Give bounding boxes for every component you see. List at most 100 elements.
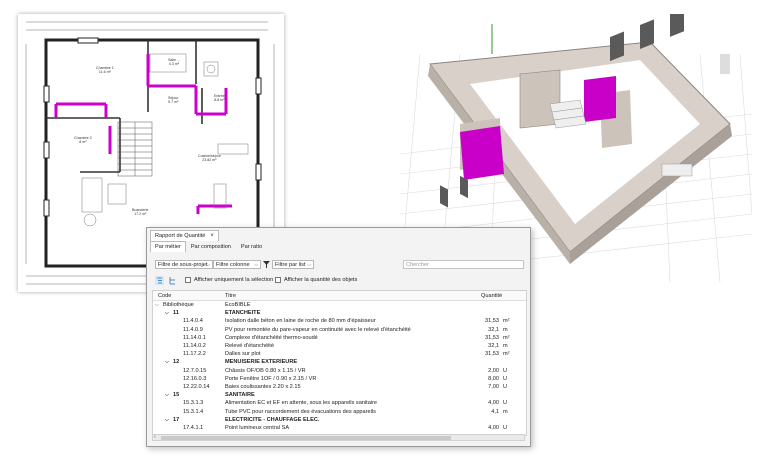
row-code: Bibliothèque: [163, 302, 194, 308]
row-title: EcoBIBLE: [225, 302, 251, 308]
subproject-filter-label: Filtre de sous-projet: [158, 261, 208, 268]
row-code: 11.4.0.9: [183, 326, 203, 333]
tab-par-metier[interactable]: Par métier: [150, 241, 186, 252]
quantity-table: Code Titre Quantité ⌵ Bibliothèque EcoBIBL…: [152, 290, 527, 436]
expand-chevron-icon[interactable]: ⌵: [165, 309, 169, 317]
row-title: SANITAIRE: [225, 392, 255, 399]
column-header-title[interactable]: Titre: [225, 293, 236, 299]
row-title: Baies coulissantes 2.20 x 2.15: [225, 384, 301, 390]
row-code: 12.22.0.14: [183, 384, 210, 390]
expand-chevron-icon[interactable]: ⌵: [165, 358, 169, 366]
window-tab[interactable]: Rapport de Quantité ×: [150, 230, 219, 241]
row-quantity: 31,53: [485, 318, 499, 325]
table-row[interactable]: 15.3.1.4 Tube PVC pour raccordement des é…: [153, 408, 526, 416]
row-unit: m²: [503, 334, 510, 341]
row-code: 11: [173, 310, 179, 317]
report-tabs: Par métier Par composition Par ratio: [150, 241, 267, 252]
chevron-down-icon: ⌵: [307, 262, 311, 268]
room-label: Cuisine/séjour 23.82 m²: [198, 154, 221, 162]
row-title: Tube PVC pour raccordement des évacuatio…: [225, 408, 376, 415]
table-row[interactable]: ⌵ 15 SANITAIRE: [153, 391, 526, 399]
show-quantity-label: Afficher la quantité des objets: [284, 277, 358, 283]
row-title: Porte Fenêtre 1OF / 0.90 x 2.15 / VR: [225, 375, 317, 382]
row-unit: m: [503, 326, 508, 333]
table-row[interactable]: ⌵ 11 ETANCHEITE: [153, 309, 526, 317]
row-title: ETANCHEITE: [225, 310, 261, 317]
subproject-filter-select[interactable]: Filtre de sous-projet ⌵: [155, 260, 213, 269]
row-title: MENUISERIE EXTERIEURE: [225, 359, 298, 366]
hierarchy-icon[interactable]: [168, 276, 177, 285]
table-row[interactable]: 12.22.0.14 Baies coulissantes 2.20 x 2.15…: [153, 383, 526, 391]
expand-chevron-icon[interactable]: ⌵: [165, 391, 169, 399]
row-quantity: 2,00: [488, 367, 499, 374]
room-label: Chambre 28 m²: [74, 136, 92, 144]
row-code: 11.14.0.2: [183, 343, 206, 349]
row-title: PV pour remontée du pare-vapeur en conti…: [225, 326, 411, 333]
row-quantity: 7,00: [488, 384, 499, 390]
tree-view-icon[interactable]: [155, 276, 164, 285]
table-row[interactable]: 11.4.0.4 Isolation dalle béton en laine d…: [153, 317, 526, 325]
scrollbar-thumb[interactable]: [161, 436, 451, 440]
list-filter-select[interactable]: Filtre par list ⌵: [272, 260, 314, 269]
scroll-left-icon[interactable]: ‹: [154, 434, 156, 440]
expand-chevron-icon[interactable]: ⌵: [165, 416, 169, 424]
table-row[interactable]: ⌵ 17 ELECTRICITE - CHAUFFAGE ELEC.: [153, 416, 526, 424]
row-unit: U: [503, 425, 508, 431]
table-row[interactable]: 11.17.2.2 Dalles sur plot 31,53 m²: [153, 350, 526, 358]
list-filter-label: Filtre par list: [275, 261, 306, 268]
row-unit: m: [503, 343, 508, 349]
row-title: Relevé d'étanchéité: [225, 343, 274, 349]
row-title: ELECTRICITE - CHAUFFAGE ELEC.: [225, 416, 320, 423]
row-quantity: 4,00: [488, 425, 499, 431]
show-quantity-checkbox[interactable]: [275, 277, 281, 283]
column-header-code[interactable]: Code: [158, 293, 171, 299]
row-code: 12: [173, 359, 180, 366]
only-selection-checkbox[interactable]: [185, 277, 191, 283]
room-label: Séjour 5.7 m²: [168, 96, 179, 104]
table-row[interactable]: 11.14.0.2 Relevé d'étanchéité 32,1 m: [153, 342, 526, 350]
column-filter-label: Filtre colonne: [216, 261, 250, 268]
row-title: Isolation dalle béton en laine de roche …: [225, 318, 376, 325]
row-code: 15: [173, 392, 180, 399]
row-title: Complexe d'étanchéité thermo-soudé: [225, 334, 318, 341]
table-row[interactable]: 12.16.0.3 Porte Fenêtre 1OF / 0.90 x 2.15…: [153, 375, 526, 383]
window-title: Rapport de Quantité: [155, 233, 206, 239]
tab-par-composition[interactable]: Par composition: [186, 241, 236, 253]
row-quantity: 31,53: [485, 351, 499, 358]
row-quantity: 4,1: [491, 408, 499, 415]
row-code: 12.7.0.15: [183, 367, 207, 374]
table-row[interactable]: 12.7.0.15 Châssis OF/OB 0.80 x 1.15 / VR 2…: [153, 367, 526, 375]
column-header-quantity[interactable]: Quantité: [481, 293, 502, 299]
tab-par-ratio[interactable]: Par ratio: [236, 241, 267, 253]
funnel-icon[interactable]: [263, 261, 270, 268]
quantity-report-window: Rapport de Quantité × Par métier Par com…: [146, 227, 531, 447]
row-unit: U: [503, 384, 508, 390]
room-label: Entrée 8.8 m²: [214, 94, 225, 102]
table-row[interactable]: ⌵ 12 MENUISERIE EXTERIEURE: [153, 358, 526, 366]
row-title: Point lumineux central SA: [225, 425, 290, 431]
close-icon[interactable]: ×: [210, 233, 214, 239]
search-input[interactable]: Chercher: [403, 260, 524, 269]
horizontal-scrollbar[interactable]: ‹: [152, 434, 525, 441]
row-code: 15.3.1.3: [183, 400, 204, 407]
row-unit: m²: [503, 351, 510, 358]
table-row[interactable]: ⌵ Bibliothèque EcoBIBLE: [153, 301, 526, 309]
row-code: 11.17.2.2: [183, 351, 206, 358]
room-label: Salle ... 4.3 m²: [168, 58, 180, 66]
row-quantity: 8,00: [488, 375, 499, 382]
table-row[interactable]: 15.3.1.3 Alimentation EC et EF en attente…: [153, 399, 526, 407]
column-filter-select[interactable]: Filtre colonne ⌵: [213, 260, 261, 269]
only-selection-label: Afficher uniquement la sélection: [194, 277, 274, 283]
filter-bar: Filtre de sous-projet ⌵ Filtre colonne ⌵ F…: [155, 260, 525, 271]
expand-chevron-icon[interactable]: ⌵: [155, 301, 159, 309]
row-unit: m²: [503, 318, 510, 325]
table-row[interactable]: 11.14.0.1 Complexe d'étanchéité thermo-so…: [153, 334, 526, 342]
table-row[interactable]: 17.4.1.1 Point lumineux central SA 4,00 U: [153, 424, 526, 432]
table-header: Code Titre Quantité: [153, 291, 526, 301]
search-placeholder: Chercher: [406, 261, 430, 268]
room-label: Chambre 1 11.6 m²: [96, 66, 114, 74]
row-quantity: 32,1: [488, 326, 499, 333]
row-quantity: 31,53: [485, 334, 499, 341]
row-code: 11.14.0.1: [183, 334, 206, 341]
table-row[interactable]: 11.4.0.9 PV pour remontée du pare-vapeur …: [153, 326, 526, 334]
